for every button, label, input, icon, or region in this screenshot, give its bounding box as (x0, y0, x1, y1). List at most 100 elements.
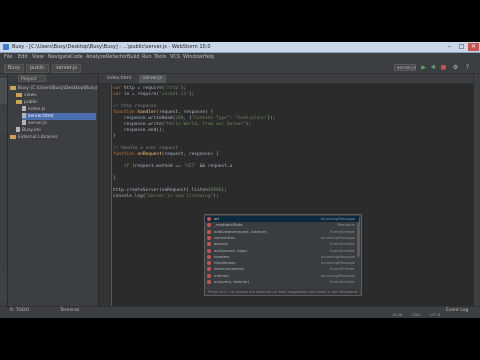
autocomplete-item[interactable]: on(event, listener) EventEmitter (205, 279, 359, 285)
folder-icon (16, 99, 22, 104)
file-encoding[interactable]: UTF-8 (430, 313, 440, 318)
status-bar: 14:46 CRLF UTF-8 (0, 313, 480, 318)
autocomplete-item-type: IncomingMessage (320, 260, 355, 266)
menu-build[interactable]: Build (127, 53, 140, 62)
file-icon (16, 127, 20, 132)
menu-edit[interactable]: Edit (18, 53, 28, 62)
autocomplete-item-label: method (214, 272, 229, 278)
menu-analyze[interactable]: Analyze (86, 53, 106, 62)
code-line[interactable]: response.end(); (113, 128, 165, 134)
menu-navigate[interactable]: Navigate (48, 53, 70, 62)
member-icon (207, 235, 211, 240)
project-tool-tab[interactable] (0, 78, 7, 104)
code-line[interactable]: var io = require('socket.io'); (113, 92, 194, 98)
autocomplete-item-label: listeners(event) (214, 266, 244, 272)
autocomplete-item[interactable]: emit(event, args) EventEmitter (205, 248, 359, 254)
library-icon (10, 134, 16, 139)
autocomplete-item-type: IncomingMessage (320, 272, 355, 278)
autocomplete-item-label: httpVersion (214, 260, 236, 266)
code-line[interactable]: } (113, 134, 116, 140)
caret-position[interactable]: 14:46 (392, 313, 402, 318)
member-icon (207, 242, 211, 247)
autocomplete-hint: Press Ctrl+. to choose the selected (or … (205, 289, 359, 295)
run-icon[interactable]: ▶ (420, 64, 427, 71)
member-icon (207, 273, 211, 278)
run-config-select[interactable]: server.js (394, 64, 416, 71)
code-line[interactable]: function onRequest(request, response) { (113, 152, 219, 158)
tab-server-js[interactable]: server.js (139, 75, 166, 83)
minimize-button[interactable]: – (444, 43, 455, 51)
member-icon (207, 254, 211, 259)
menu-vcs[interactable]: VCS (170, 53, 180, 62)
tree-row-external-libraries[interactable]: External Libraries (10, 134, 96, 141)
line-gutter (99, 84, 112, 306)
settings-icon[interactable]: ⚙ (452, 64, 459, 71)
autocomplete-item-label: on(event, listener) (214, 279, 250, 284)
autocomplete-popup[interactable]: Press Ctrl+. to choose the selected (or … (204, 214, 362, 296)
menu-window[interactable]: Window (183, 53, 203, 62)
breadcrumb-project[interactable]: Busy (4, 64, 25, 73)
code-line[interactable]: console.log("Server is now listening"); (113, 194, 219, 200)
debug-icon[interactable]: ✱ (430, 64, 437, 71)
member-icon (207, 217, 211, 221)
close-button[interactable]: ✕ (468, 43, 479, 51)
breadcrumb-folder[interactable]: public (26, 64, 50, 73)
autocomplete-item-type: EventEmitter (330, 279, 355, 284)
autocomplete-item-type: Readable (337, 222, 355, 228)
autocomplete-item-label: url (214, 216, 220, 221)
autocomplete-item-label: domain (214, 241, 229, 247)
autocomplete-item[interactable]: listeners(event) EventEmitter (205, 266, 359, 272)
autocomplete-item-label: addListener(event, listener) (214, 228, 267, 234)
menu-refactor[interactable]: Refactor (106, 53, 127, 62)
autocomplete-item[interactable]: addListener(event, listener) EventEmitter (205, 229, 359, 235)
autocomplete-item-label: _readableState (214, 222, 243, 228)
window-title: Busy - [C:\Users\Busy\Desktop\Busy\Busy]… (12, 44, 211, 50)
file-icon (22, 106, 26, 111)
menu-view[interactable]: View (32, 53, 44, 62)
tree-row-public[interactable]: public (16, 99, 96, 106)
video-frame: Busy - [C:\Users\Busy\Desktop\Busy\Busy]… (0, 0, 480, 360)
member-icon (207, 261, 211, 266)
project-view-select[interactable]: Project (18, 75, 46, 82)
tree-row-busy-iml[interactable]: Busy.iml (16, 127, 96, 134)
favorites-tool-tab[interactable] (0, 270, 7, 300)
help-icon[interactable]: ? (464, 64, 471, 71)
menu-code[interactable]: Code (70, 53, 83, 62)
autocomplete-item[interactable]: domain EventEmitter (205, 241, 359, 247)
tree-row-server-js[interactable]: server.js (22, 120, 96, 127)
structure-tool-tab[interactable] (0, 110, 7, 132)
autocomplete-item-type: EventEmitter (330, 247, 355, 253)
tab-index-html[interactable]: index.html (103, 75, 135, 83)
autocomplete-item[interactable]: connection IncomingMessage (205, 235, 359, 241)
navigation-toolbar: Busy public server.js server.js ▶ ✱ ■ ⚙ … (0, 62, 480, 74)
menu-bar: File Edit View Navigate Code Analyze Ref… (0, 53, 480, 62)
file-icon (22, 120, 26, 125)
code-line[interactable]: } (113, 176, 116, 182)
menu-run[interactable]: Run (142, 53, 152, 62)
autocomplete-item[interactable]: _readableState Readable (205, 222, 359, 228)
tree-row-views[interactable]: views (16, 92, 96, 99)
autocomplete-item[interactable]: method IncomingMessage (205, 273, 359, 279)
menu-tools[interactable]: Tools (154, 53, 166, 62)
maximize-button[interactable]: □ (456, 43, 467, 51)
menu-file[interactable]: File (4, 53, 12, 62)
code-editor[interactable]: index.html server.js var http = require(… (99, 74, 473, 306)
tree-row-index-js[interactable]: index.js (22, 106, 96, 113)
line-separator[interactable]: CRLF (412, 313, 421, 318)
autocomplete-item[interactable]: headers IncomingMessage (205, 254, 359, 260)
code-line[interactable]: if (request.method == 'GET' && request.u (113, 164, 232, 170)
autocomplete-item[interactable]: url IncomingMessage (205, 216, 359, 222)
tree-row-server-html[interactable]: server.html (22, 113, 96, 120)
stop-icon[interactable]: ■ (440, 64, 447, 71)
title-bar: Busy - [C:\Users\Busy\Desktop\Busy\Busy]… (0, 42, 480, 53)
autocomplete-item-type: IncomingMessage (320, 216, 355, 221)
autocomplete-item-type: EventEmitter (330, 266, 355, 272)
left-tool-strip (0, 74, 8, 306)
breadcrumb-file[interactable]: server.js (52, 64, 81, 73)
menu-help[interactable]: Help (203, 53, 214, 62)
project-panel-header: Project (8, 74, 98, 84)
tree-row-root[interactable]: Busy (C:\Users\Busy\Desktop\Busy) (10, 85, 98, 92)
autocomplete-item[interactable]: httpVersion IncomingMessage (205, 260, 359, 266)
autocomplete-item-type: IncomingMessage (320, 234, 355, 240)
autocomplete-item-type: EventEmitter (330, 241, 355, 247)
